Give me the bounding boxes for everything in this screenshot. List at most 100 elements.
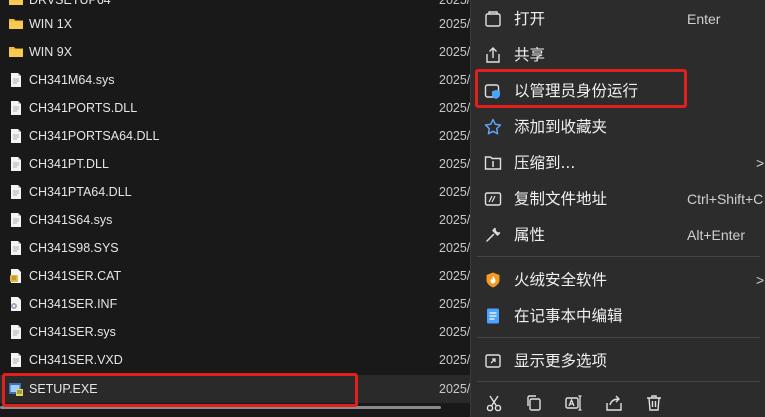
menu-item-label: 复制文件地址 bbox=[514, 190, 608, 208]
file-name: CH341SER.INF bbox=[29, 297, 118, 311]
file-row-ch341ser-cat[interactable]: CH341SER.CAT 2025/ bbox=[0, 262, 470, 290]
file-row-ch341ser-vxd[interactable]: CH341SER.VXD 2025/ bbox=[0, 346, 470, 374]
menu-item-edit-in-notepad[interactable]: 在记事本中编辑 bbox=[471, 297, 765, 333]
cut-icon[interactable] bbox=[484, 393, 504, 413]
zip-folder-icon bbox=[484, 156, 502, 170]
file-date: 2025/ bbox=[439, 269, 471, 283]
file-icon bbox=[11, 185, 21, 199]
file-name: CH341PT.DLL bbox=[29, 157, 109, 171]
file-icon bbox=[11, 101, 21, 115]
menu-item-shortcut: Alt+Enter bbox=[687, 227, 745, 243]
menu-item-properties[interactable]: 属性 Alt+Enter bbox=[471, 216, 765, 252]
chevron-right-icon: > bbox=[756, 272, 765, 288]
file-row-ch341ser-inf[interactable]: CH341SER.INF 2025/ bbox=[0, 290, 470, 318]
file-date: 2025/ bbox=[439, 129, 471, 143]
file-row-ch341ser-sys[interactable]: CH341SER.sys 2025/ bbox=[0, 318, 470, 346]
file-date: 2025/ bbox=[439, 157, 471, 171]
copy-icon[interactable] bbox=[524, 393, 544, 413]
horizontal-scrollbar[interactable] bbox=[0, 406, 441, 409]
delete-icon[interactable] bbox=[644, 393, 664, 413]
file-name: CH341M64.sys bbox=[29, 73, 115, 87]
folder-icon bbox=[9, 19, 23, 29]
copy-path-icon bbox=[484, 192, 502, 206]
file-row-win1x[interactable]: WIN 1X 2025/ bbox=[0, 10, 470, 38]
file-name: CH341SER.VXD bbox=[29, 353, 123, 367]
menu-item-label: 压缩到... bbox=[514, 154, 576, 172]
folder-icon bbox=[9, 0, 23, 5]
file-row-ch341portsa64-dll[interactable]: CH341PORTSA64.DLL 2025/ bbox=[0, 122, 470, 150]
wrench-icon bbox=[486, 227, 501, 242]
file-icon bbox=[11, 73, 21, 87]
menu-item-run-as-admin[interactable]: 以管理员身份运行 bbox=[471, 72, 765, 108]
file-row-ch341pt-dll[interactable]: CH341PT.DLL 2025/ bbox=[0, 150, 470, 178]
share-icon[interactable] bbox=[604, 393, 624, 413]
menu-item-shortcut: Enter bbox=[687, 11, 721, 27]
menu-separator bbox=[477, 256, 760, 257]
menu-separator bbox=[477, 337, 760, 338]
menu-separator bbox=[477, 381, 760, 382]
menu-item-label: 共享 bbox=[514, 46, 546, 64]
menu-item-label: 添加到收藏夹 bbox=[514, 118, 608, 136]
file-row-setup-exe[interactable]: SETUP.EXE 2025/ bbox=[0, 375, 470, 403]
file-name: WIN 9X bbox=[29, 45, 73, 59]
file-icon bbox=[11, 157, 21, 171]
file-name: CH341PORTS.DLL bbox=[29, 101, 138, 115]
catalog-file-icon bbox=[10, 269, 21, 283]
open-icon bbox=[485, 11, 501, 27]
huorong-icon bbox=[486, 272, 500, 288]
menu-item-label: 打开 bbox=[514, 10, 546, 28]
file-date: 2025/ bbox=[439, 241, 471, 255]
menu-item-label: 属性 bbox=[514, 226, 546, 244]
file-date: 2025/ bbox=[439, 325, 471, 339]
menu-item-compress-to[interactable]: 压缩到... > bbox=[471, 144, 765, 180]
file-date: 2025/ bbox=[439, 17, 471, 31]
file-icon bbox=[11, 353, 21, 367]
file-date: 2025/ bbox=[439, 73, 471, 87]
file-name: CH341SER.CAT bbox=[29, 269, 122, 283]
menu-item-label: 在记事本中编辑 bbox=[514, 307, 623, 325]
file-icon bbox=[11, 325, 21, 339]
file-icon bbox=[11, 213, 21, 227]
file-name: CH341PTA64.DLL bbox=[29, 185, 132, 199]
folder-icon bbox=[9, 47, 23, 57]
menu-item-label: 火绒安全软件 bbox=[514, 271, 608, 289]
run-as-admin-shield-icon bbox=[484, 84, 500, 99]
file-name: CH341PORTSA64.DLL bbox=[29, 129, 160, 143]
menu-item-share[interactable]: 共享 bbox=[471, 36, 765, 72]
file-row-win9x[interactable]: WIN 9X 2025/ bbox=[0, 38, 470, 66]
rename-icon[interactable] bbox=[564, 393, 584, 413]
file-icon bbox=[11, 129, 21, 143]
file-name: CH341SER.sys bbox=[29, 325, 116, 339]
file-date: 2025/ bbox=[439, 213, 471, 227]
menu-item-show-more-options[interactable]: 显示更多选项 bbox=[471, 342, 765, 378]
file-row-ch341m64-sys[interactable]: CH341M64.sys 2025/ bbox=[0, 66, 470, 94]
share-icon bbox=[486, 47, 500, 63]
file-row-ch341s98-sys[interactable]: CH341S98.SYS 2025/ bbox=[0, 234, 470, 262]
menu-item-add-to-favorites[interactable]: 添加到收藏夹 bbox=[471, 108, 765, 144]
file-date: 2025/ bbox=[439, 185, 471, 199]
menu-item-copy-file-path[interactable]: 复制文件地址 Ctrl+Shift+C bbox=[471, 180, 765, 216]
more-options-icon bbox=[485, 354, 501, 368]
menu-item-shortcut: Ctrl+Shift+C bbox=[687, 191, 764, 207]
file-date: 2025/ bbox=[439, 45, 471, 59]
menu-item-label: 显示更多选项 bbox=[514, 352, 608, 370]
file-name: SETUP.EXE bbox=[29, 382, 98, 396]
menu-item-label: 以管理员身份运行 bbox=[514, 82, 639, 100]
file-row-ch341ports-dll[interactable]: CH341PORTS.DLL 2025/ bbox=[0, 94, 470, 122]
menu-item-huorong[interactable]: 火绒安全软件 > bbox=[471, 261, 765, 297]
file-row-ch341pta64-dll[interactable]: CH341PTA64.DLL 2025/ bbox=[0, 178, 470, 206]
file-row-ch341s64-sys[interactable]: CH341S64.sys 2025/ bbox=[0, 206, 470, 234]
inf-file-icon bbox=[11, 297, 21, 311]
setup-exe-icon bbox=[9, 383, 23, 396]
file-date: 2025/ bbox=[439, 353, 471, 367]
file-icon bbox=[11, 241, 21, 255]
file-list: DRVSETUP64 2025/ WIN 1X 2025/ WIN 9X 202… bbox=[0, 0, 470, 417]
file-name: CH341S64.sys bbox=[29, 213, 113, 227]
context-menu: 打开 Enter 共享 以管理员身份运行 添加到收藏夹 压缩到... > 复制文… bbox=[470, 0, 765, 417]
chevron-right-icon: > bbox=[756, 155, 765, 171]
menu-item-open[interactable]: 打开 Enter bbox=[471, 0, 765, 36]
file-name: WIN 1X bbox=[29, 17, 73, 31]
file-date: 2025/ bbox=[439, 297, 471, 311]
star-icon bbox=[484, 118, 502, 135]
notepad-icon bbox=[487, 308, 499, 324]
